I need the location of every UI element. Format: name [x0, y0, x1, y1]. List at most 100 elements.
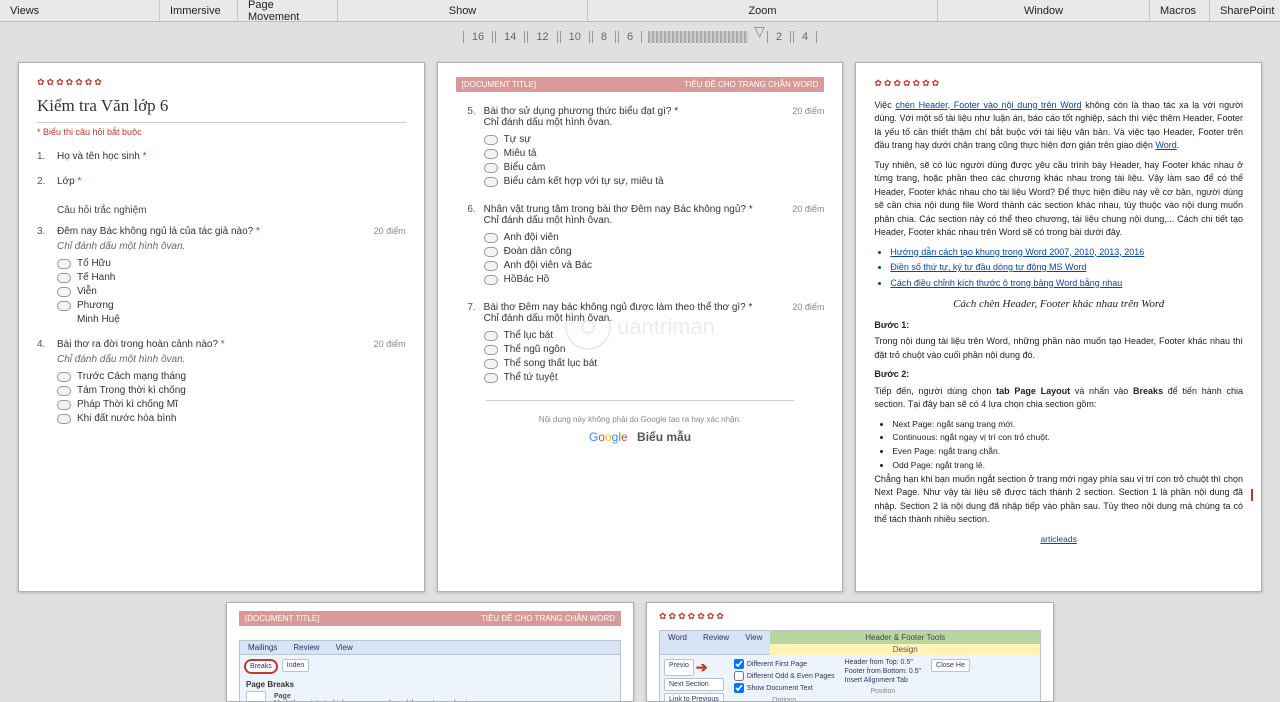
option[interactable]: Đoàn dân công	[484, 246, 825, 257]
option[interactable]: Khi đất nước hòa bình	[57, 413, 406, 424]
ruler-tick: 8	[592, 31, 616, 43]
divider	[486, 400, 795, 401]
oval-icon	[484, 261, 498, 271]
page-5-thumb[interactable]: ✿✿✿✿✿✿✿ Word Review View Header & Footer…	[646, 602, 1054, 702]
oval-icon	[57, 301, 71, 311]
step-text: Tiếp đến, người dùng chọn tab Page Layou…	[874, 385, 1243, 412]
question-4: 4. 20 điểm Bài thơ ra đời trong hoàn cản…	[37, 339, 406, 427]
ruler-bar	[648, 31, 748, 43]
oval-icon	[57, 259, 71, 269]
oval-icon	[484, 247, 498, 257]
related-link[interactable]: Cách điều chỉnh kích thước ô trong bảng …	[890, 277, 1243, 291]
menu-sharepoint[interactable]: SharePoint	[1210, 0, 1280, 21]
question-3: 3. 20 điểm Đêm nay Bác không ngủ là của …	[37, 226, 406, 325]
oval-icon	[484, 331, 498, 341]
oval-icon	[57, 400, 71, 410]
oval-icon	[484, 177, 498, 187]
page-row-2: [DOCUMENT TITLE] TIÊU ĐỀ CHO TRANG CHẴN …	[0, 602, 1280, 702]
page-2[interactable]: [DOCUMENT TITLE] TIÊU ĐỀ CHO TRANG CHẴN …	[437, 62, 844, 592]
step-text: Trong nội dung tài liệu trên Word, những…	[874, 335, 1243, 362]
related-link[interactable]: Hướng dẫn cách tạo khung trong Word 2007…	[890, 246, 1243, 260]
oval-icon	[484, 373, 498, 383]
article-link[interactable]: chèn Header, Footer vào nội dung trên Wo…	[895, 100, 1081, 110]
ruler-tick: 16	[463, 31, 493, 43]
section-label: Câu hỏi trắc nghiệm	[57, 205, 406, 216]
option[interactable]: Phương	[57, 300, 406, 311]
decorative-border: ✿✿✿✿✿✿✿	[659, 611, 1041, 622]
ad-placeholder: articleads	[874, 533, 1243, 546]
option[interactable]: Anh đội viên	[484, 232, 825, 243]
oval-icon	[484, 233, 498, 243]
option[interactable]: Biểu cảm kết hợp với tự sự, miêu tả	[484, 176, 825, 187]
oval-icon	[57, 372, 71, 382]
menu-show[interactable]: Show	[338, 0, 588, 21]
ruler-marker[interactable]: ▽	[754, 23, 765, 40]
close-button: Close He	[931, 659, 970, 672]
article-paragraph: Chẳng hạn khi bạn muốn ngắt section ở tr…	[874, 473, 1243, 527]
menu-views[interactable]: Views	[0, 0, 160, 21]
ruler-tick: 4	[793, 31, 817, 43]
oval-icon	[484, 275, 498, 285]
page-3[interactable]: ✿✿✿✿✿✿✿ Việc chèn Header, Footer vào nội…	[855, 62, 1262, 592]
related-links: Hướng dẫn cách tạo khung trong Word 2007…	[890, 246, 1243, 291]
option[interactable]: Anh đội viên và Bác	[484, 260, 825, 271]
option[interactable]: Thể lục bát	[484, 330, 825, 341]
ruler: 16 14 12 10 8 6 ▽ 2 4	[0, 22, 1280, 52]
page-header-bar: [DOCUMENT TITLE] TIÊU ĐỀ CHO TRANG CHẴN …	[239, 611, 621, 626]
option[interactable]: Tự sự	[484, 134, 825, 145]
menu-macros[interactable]: Macros	[1150, 0, 1210, 21]
option[interactable]: Trước Cách mạng tháng	[57, 371, 406, 382]
checkbox-icon	[734, 671, 744, 681]
option[interactable]: Tám Trong thời kì chống	[57, 385, 406, 396]
option[interactable]: Thể ngũ ngôn	[484, 344, 825, 355]
menu-page-movement[interactable]: Page Movement	[238, 0, 338, 21]
option[interactable]: Tố Hữu	[57, 258, 406, 269]
options-q4: Trước Cách mạng tháng Tám Trong thời kì …	[57, 371, 406, 424]
option[interactable]: Viễn	[57, 286, 406, 297]
article-paragraph: Tuy nhiên, sẽ có lúc người dùng được yêu…	[874, 159, 1243, 240]
option[interactable]: Thể song thất lục bát	[484, 358, 825, 369]
question-7: 7. Bài thơ Đêm nay bác không ngủ được là…	[456, 302, 825, 386]
form-title: Kiểm tra Văn lớp 6	[37, 96, 406, 116]
question-1: 1. Họ và tên học sinh *	[37, 151, 406, 162]
menu-immersive[interactable]: Immersive	[160, 0, 238, 21]
oval-icon	[57, 273, 71, 283]
article-paragraph: Việc chèn Header, Footer vào nội dung tr…	[874, 99, 1243, 153]
page-icon	[246, 691, 266, 702]
google-forms-logo: Google Biểu mẫu	[456, 430, 825, 444]
article-caption: Cách chèn Header, Footer khác nhau trên …	[874, 296, 1243, 313]
ruler-tick: 12	[527, 31, 557, 43]
oval-icon	[484, 345, 498, 355]
page-1[interactable]: ✿✿✿✿✿✿✿ Kiểm tra Văn lớp 6 * Biểu thị câ…	[18, 62, 425, 592]
workspace: ✿✿✿✿✿✿✿ Kiểm tra Văn lớp 6 * Biểu thị câ…	[0, 52, 1280, 602]
oval-icon	[484, 135, 498, 145]
required-note: * Biểu thị câu hỏi bắt buộc	[37, 122, 406, 137]
word-screenshot: Word Review View Header & Footer Tools D…	[659, 630, 1041, 702]
oval-icon	[57, 386, 71, 396]
option[interactable]: Miêu tả	[484, 148, 825, 159]
option[interactable]: Thể tứ tuyệt	[484, 372, 825, 383]
question-5: 5. Bài thơ sử dụng phương thức biểu đạt …	[456, 106, 825, 190]
option[interactable]: HồBác Hồ	[484, 274, 825, 285]
breaks-button: Breaks	[244, 659, 278, 674]
ruler-tick: 6	[618, 31, 642, 43]
decorative-border: ✿✿✿✿✿✿✿	[37, 77, 406, 88]
question-6: 6. Nhân vật trung tâm trong bài thơ Đêm …	[456, 204, 825, 288]
related-link[interactable]: Điền số thứ tự, ký tự đầu dòng tự động M…	[890, 261, 1243, 275]
step-heading: Bước 1:	[874, 319, 1243, 333]
checkbox-icon	[734, 659, 744, 669]
menu-window[interactable]: Window	[938, 0, 1150, 21]
ruler-tick: 14	[495, 31, 525, 43]
word-screenshot: Mailings Review View Breaks Inden Page B…	[239, 640, 621, 702]
oval-icon	[57, 414, 71, 424]
ruler-tick: 2	[767, 31, 791, 43]
option[interactable]: Tế Hanh	[57, 272, 406, 283]
ruler-tick: 10	[560, 31, 590, 43]
red-arrow-icon: ➔	[696, 659, 708, 676]
page-4-thumb[interactable]: [DOCUMENT TITLE] TIÊU ĐỀ CHO TRANG CHẴN …	[226, 602, 634, 702]
word-link[interactable]: Word	[1155, 140, 1176, 150]
option[interactable]: Pháp Thời kì chống Mĩ	[57, 399, 406, 410]
menu-zoom[interactable]: Zoom	[588, 0, 938, 21]
option[interactable]: Biểu cảm	[484, 162, 825, 173]
page-header-bar: [DOCUMENT TITLE] TIÊU ĐỀ CHO TRANG CHẴN …	[456, 77, 825, 92]
